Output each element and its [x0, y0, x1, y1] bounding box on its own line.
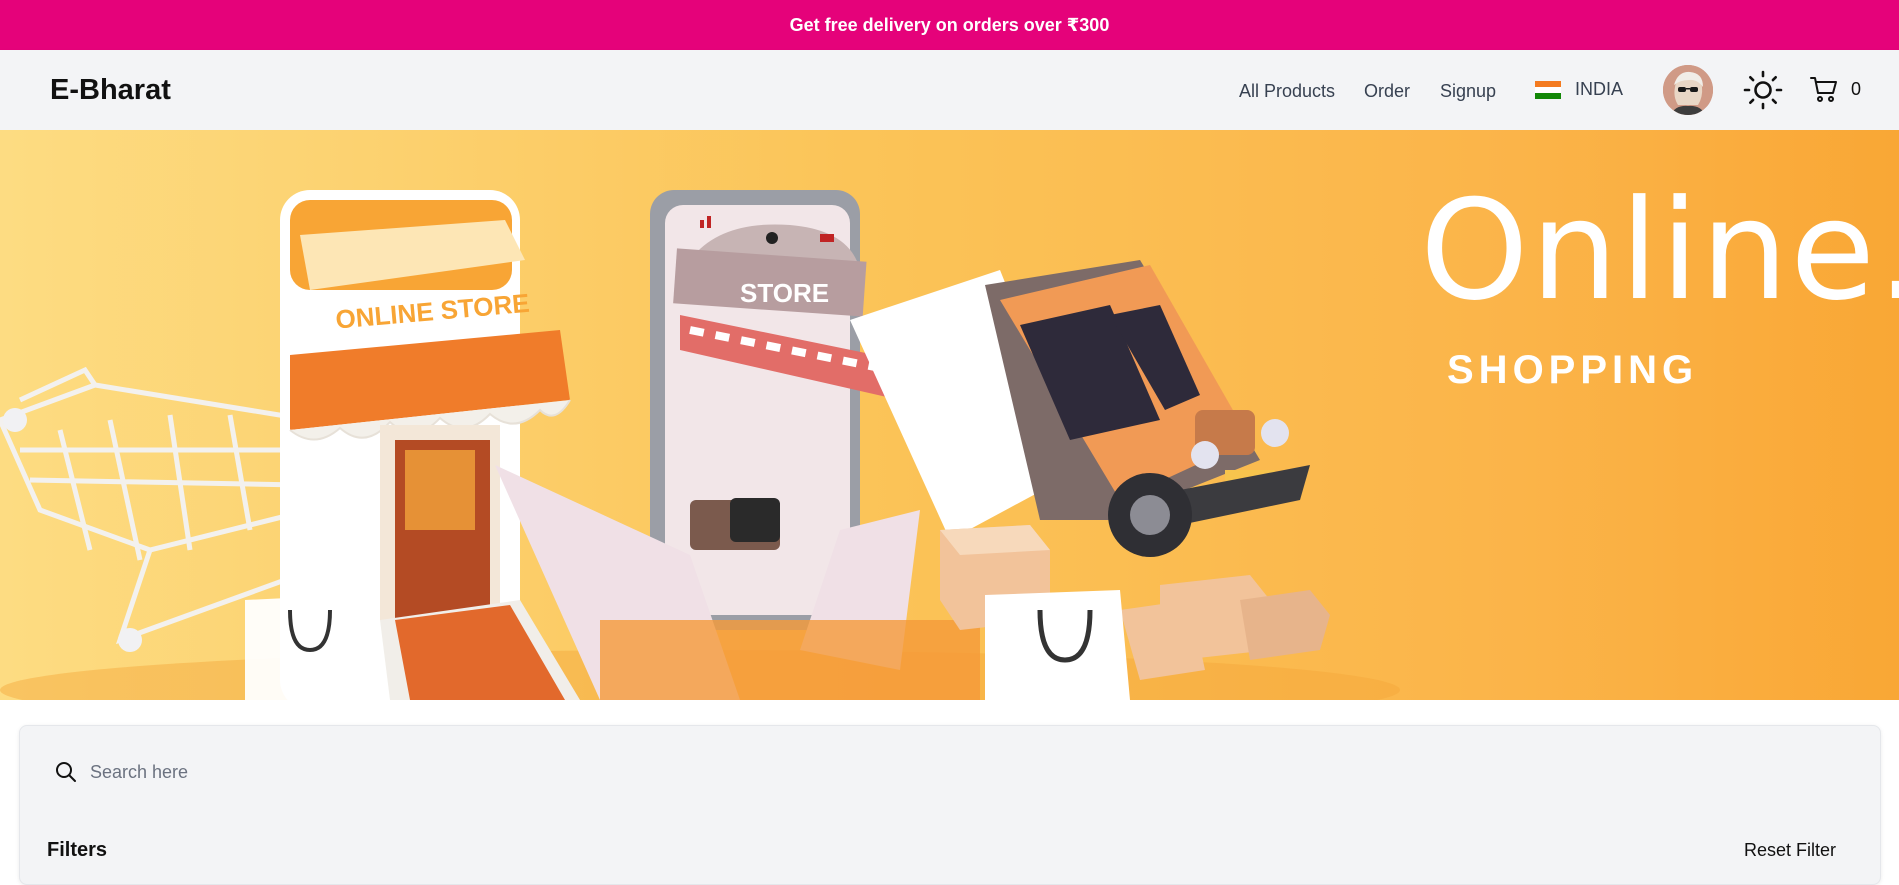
country-label: INDIA [1575, 79, 1624, 99]
nav-link-signup[interactable]: Signup [1440, 81, 1496, 102]
nav-link-order[interactable]: Order [1364, 81, 1410, 102]
hero-title: Online. [1420, 170, 1899, 331]
promo-banner: Get free delivery on orders over ₹300 [0, 0, 1899, 50]
phone-sign-text: STORE [740, 278, 829, 308]
user-avatar[interactable] [1663, 65, 1713, 115]
cart-button[interactable]: 0 [1809, 75, 1861, 103]
filter-panel: Filters Reset Filter [19, 725, 1881, 885]
search-input[interactable] [90, 761, 510, 783]
hero-illustration: ONLINE STORE STORE [0, 190, 1400, 700]
brand-logo[interactable]: E-Bharat [50, 74, 171, 107]
cart-count: 0 [1851, 78, 1862, 99]
navbar: E-Bharat All Products Order Signup INDIA [0, 50, 1899, 130]
hero-banner: ONLINE STORE STORE Online. SHOPPING [0, 130, 1899, 700]
hero-subtitle: SHOPPING [1447, 348, 1699, 392]
search-icon [56, 762, 76, 782]
promo-text: Get free delivery on orders over ₹300 [789, 14, 1110, 35]
nav-link-all-products[interactable]: All Products [1239, 81, 1335, 102]
sun-icon[interactable] [1743, 70, 1783, 110]
filters-heading: Filters [47, 839, 108, 861]
search-box[interactable] [54, 754, 554, 790]
cart-icon [1810, 77, 1837, 102]
country-selector[interactable]: INDIA [1535, 79, 1623, 100]
reset-filter-button[interactable]: Reset Filter [1744, 840, 1836, 861]
india-flag-icon [1535, 80, 1561, 99]
